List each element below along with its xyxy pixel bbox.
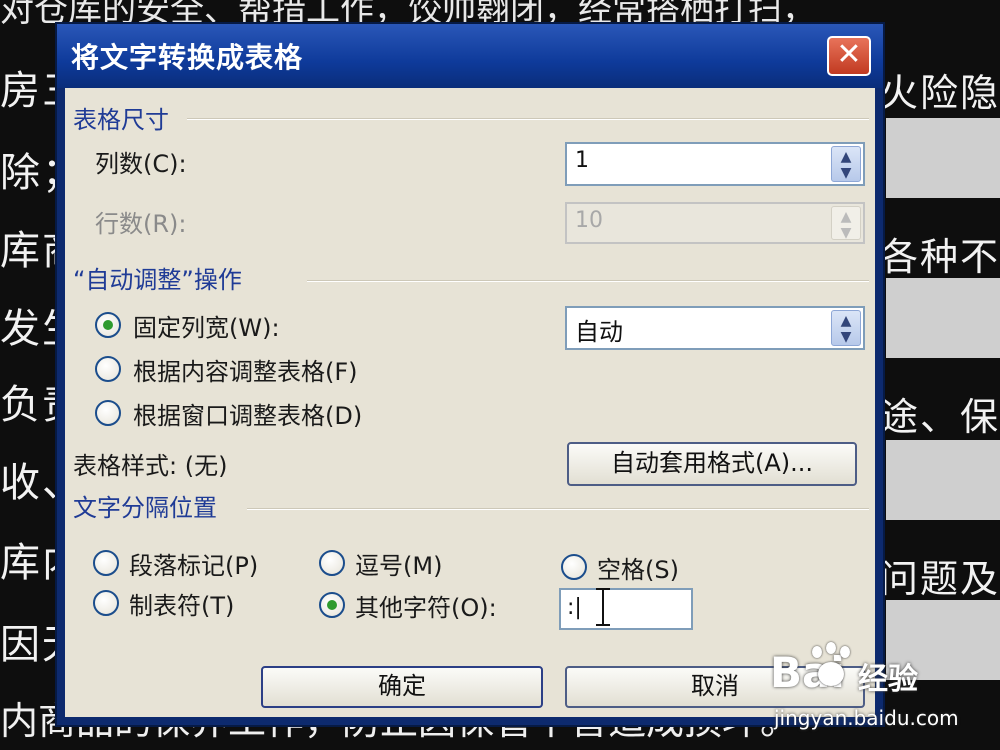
separator-group-title: 文字分隔位置 [73, 494, 217, 522]
dialog-titlebar[interactable]: 将文字转换成表格 ✕ [57, 24, 883, 88]
select-arrows-icon[interactable]: ▲ ▼ [831, 310, 861, 346]
paragraph-mark-label[interactable]: 段落标记(P) [129, 546, 258, 581]
space-radio[interactable] [561, 554, 587, 580]
spinner-arrows-icon[interactable]: ▲ ▼ [831, 206, 861, 241]
columns-value: 1 [575, 148, 589, 173]
columns-label: 列数(C): [95, 150, 187, 178]
table-style-label: 表格样式: (无) [73, 452, 228, 480]
group-divider [187, 118, 869, 120]
columns-spinner[interactable]: 1 ▲ ▼ [565, 142, 865, 186]
close-button[interactable]: ✕ [827, 36, 871, 76]
document-panel [886, 278, 1000, 358]
fixed-width-value: 自动 [575, 318, 623, 346]
group-divider [307, 280, 869, 282]
autofit-contents-radio[interactable] [95, 356, 121, 382]
tab-radio[interactable] [93, 590, 119, 616]
comma-label[interactable]: 逗号(M) [355, 546, 442, 581]
rows-spinner[interactable]: 10 ▲ ▼ [565, 202, 865, 244]
autofit-group-title: “自动调整”操作 [73, 266, 242, 294]
autofit-window-radio[interactable] [95, 400, 121, 426]
document-line: 途、保质 [880, 395, 1000, 439]
paw-icon [808, 642, 854, 692]
paragraph-mark-radio[interactable] [93, 550, 119, 576]
autoformat-button[interactable]: 自动套用格式(A)... [567, 442, 857, 486]
space-label[interactable]: 空格(S) [597, 550, 679, 585]
document-panel [886, 118, 1000, 198]
other-char-label[interactable]: 其他字符(O): [355, 588, 497, 623]
document-line: 火险隐患 [880, 71, 1000, 115]
spinner-arrows-icon[interactable]: ▲ ▼ [831, 146, 861, 182]
text-cursor-icon [595, 588, 611, 626]
rows-value: 10 [575, 208, 603, 233]
tab-label[interactable]: 制表符(T) [129, 586, 234, 621]
rows-label: 行数(R): [95, 210, 187, 238]
fixed-column-width-radio[interactable] [95, 312, 121, 338]
dialog-title: 将文字转换成表格 [71, 41, 304, 74]
autofit-window-label[interactable]: 根据窗口调整表格(D) [133, 396, 362, 431]
ok-button[interactable]: 确定 [261, 666, 543, 708]
baidu-watermark: Bai 经验 jingyan.baidu.com [770, 642, 1000, 748]
baidu-jingyan-text: 经验 [858, 662, 918, 697]
group-divider [247, 508, 869, 510]
document-line: 问题及时 [880, 557, 1000, 601]
close-icon: ✕ [836, 37, 862, 72]
other-char-input[interactable]: :| [559, 588, 693, 630]
convert-text-to-table-dialog: 将文字转换成表格 ✕ 表格尺寸 列数(C): 1 ▲ ▼ 行数(R): 10 ▲ ▼… [55, 22, 885, 727]
fixed-width-select[interactable]: 自动 ▲ ▼ [565, 306, 865, 350]
fixed-column-width-label[interactable]: 固定列宽(W): [133, 308, 280, 343]
other-char-radio[interactable] [319, 592, 345, 618]
table-size-group-title: 表格尺寸 [73, 106, 169, 134]
autofit-contents-label[interactable]: 根据内容调整表格(F) [133, 352, 358, 387]
document-line: 各种不利 [880, 235, 1000, 279]
baidu-url: jingyan.baidu.com [774, 706, 959, 730]
dialog-body: 表格尺寸 列数(C): 1 ▲ ▼ 行数(R): 10 ▲ ▼ “自动调整”操作 固… [65, 88, 875, 717]
comma-radio[interactable] [319, 550, 345, 576]
document-panel [886, 440, 1000, 520]
